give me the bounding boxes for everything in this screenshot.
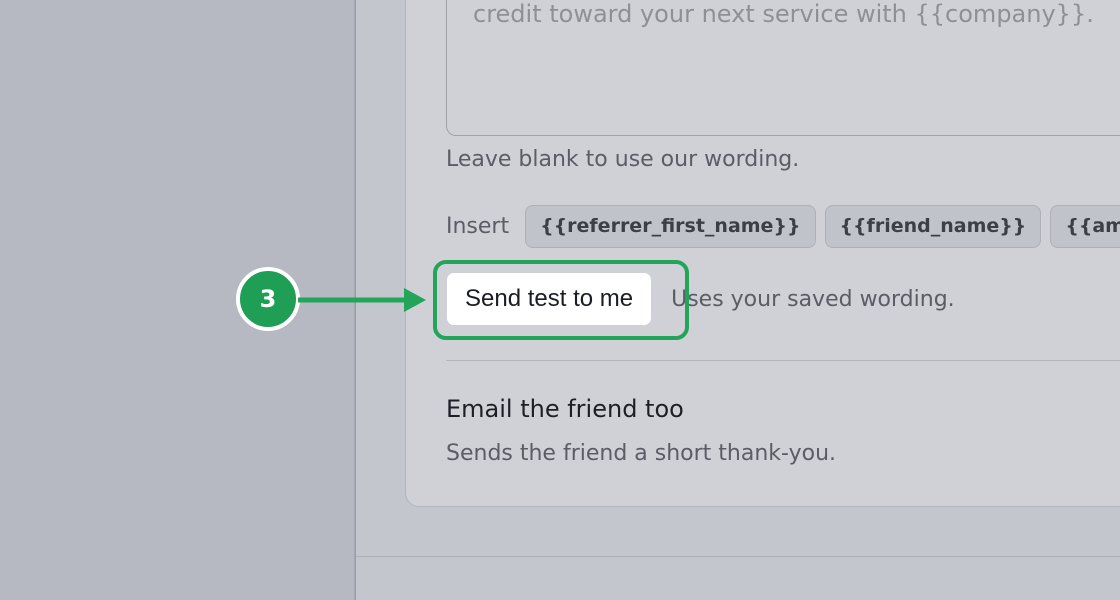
callout-arrow-icon <box>298 288 426 312</box>
friend-email-title: Email the friend too <box>446 395 684 423</box>
message-hint: Leave blank to use our wording. <box>446 147 800 172</box>
friend-email-description: Sends the friend a short thank-you. <box>446 441 837 466</box>
footer-divider <box>356 556 1120 557</box>
token-chip-referrer-first-name[interactable]: {{referrer_first_name}} <box>525 204 816 248</box>
section-divider <box>446 360 1120 361</box>
insert-label: Insert <box>446 213 510 239</box>
token-chip-amount[interactable]: {{am <box>1050 204 1120 248</box>
token-chip-friend-name[interactable]: {{friend_name}} <box>824 204 1042 248</box>
send-test-button[interactable]: Send test to me <box>446 272 653 326</box>
send-test-row: Send test to me Uses your saved wording. <box>446 272 955 326</box>
message-text: credit toward your next service with {{c… <box>473 0 1094 28</box>
send-test-caption: Uses your saved wording. <box>671 286 955 312</box>
step-number-badge: 3 <box>236 267 300 331</box>
message-textarea[interactable]: credit toward your next service with {{c… <box>446 0 1120 136</box>
insert-token-row: Insert {{referrer_first_name}} {{friend_… <box>446 204 1120 248</box>
